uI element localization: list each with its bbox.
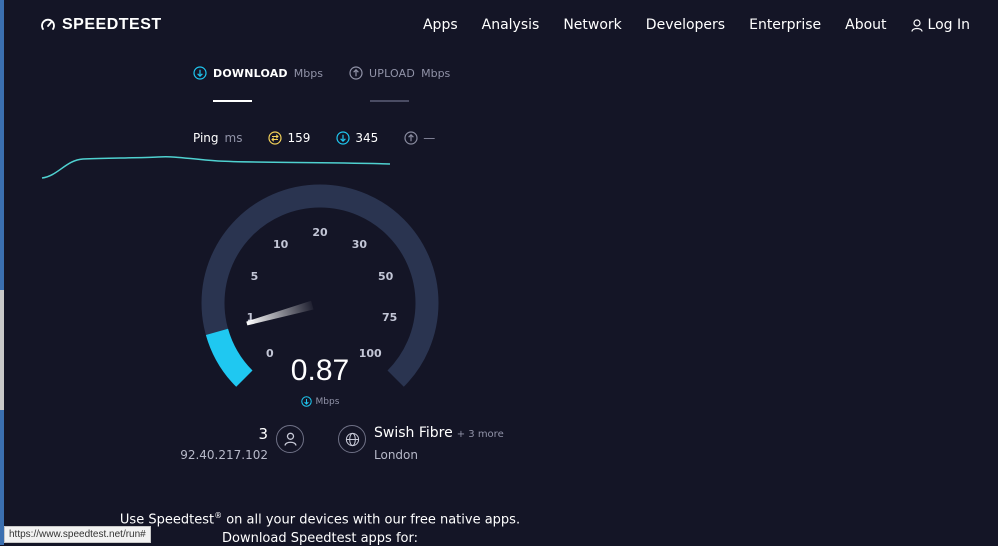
isp-more-link[interactable]: + 3 more xyxy=(457,429,504,440)
login-label: Log In xyxy=(927,17,970,33)
tab-download[interactable]: DOWNLOAD Mbps xyxy=(193,66,323,80)
window-edge xyxy=(0,0,4,545)
connections-button[interactable] xyxy=(276,425,304,453)
ping-upload-value: — xyxy=(423,131,436,145)
ping-idle-value: 159 xyxy=(287,131,311,145)
tab-upload[interactable]: UPLOAD Mbps xyxy=(349,66,450,80)
tab-download-underline xyxy=(213,100,252,102)
nav-apps[interactable]: Apps xyxy=(423,17,458,33)
login-link[interactable]: Log In xyxy=(910,17,970,33)
promo-line: Use Speedtest® on all your devices with … xyxy=(0,511,640,527)
gauge-logo-icon xyxy=(41,18,55,30)
upload-icon xyxy=(349,66,363,80)
change-server-button[interactable] xyxy=(338,425,366,453)
gauge-tick-50: 50 xyxy=(378,270,394,283)
gauge-tick-75: 75 xyxy=(382,311,397,324)
tab-download-label: DOWNLOAD xyxy=(213,66,288,80)
top-nav: Apps Analysis Network Developers Enterpr… xyxy=(423,17,970,33)
nav-enterprise[interactable]: Enterprise xyxy=(749,17,821,33)
tab-upload-label: UPLOAD xyxy=(369,66,416,80)
speed-value: 0.87 xyxy=(290,354,350,387)
download-icon xyxy=(193,66,207,80)
isp-name-row[interactable]: Swish Fibre + 3 more xyxy=(374,425,504,441)
ping-row: Ping ms 159 345 — xyxy=(193,131,461,145)
user-icon xyxy=(283,432,297,446)
ping-download-value: 345 xyxy=(355,131,379,145)
ping-unit: ms xyxy=(224,131,243,145)
gauge-progress xyxy=(205,328,253,387)
ping-label: Ping xyxy=(193,131,219,145)
gauge-track xyxy=(201,184,439,387)
gauge-needle xyxy=(246,300,314,326)
globe-icon xyxy=(345,432,359,446)
ip-address: 92.40.217.102 xyxy=(180,448,268,462)
speed-download-icon xyxy=(300,396,312,407)
ping-upload-icon xyxy=(404,131,418,145)
nav-about[interactable]: About xyxy=(845,17,886,33)
ping-upload-metric: — xyxy=(404,131,435,145)
registered-mark: ® xyxy=(214,511,223,520)
ping-download-metric: 345 xyxy=(336,131,378,145)
nav-developers[interactable]: Developers xyxy=(646,17,725,33)
ping-idle-icon xyxy=(268,131,283,145)
tab-upload-underline xyxy=(370,100,409,102)
tab-upload-unit: Mbps xyxy=(421,66,451,80)
nav-network[interactable]: Network xyxy=(563,17,621,33)
isp-name: Swish Fibre xyxy=(374,425,453,441)
server-city: London xyxy=(374,448,418,462)
gauge-tick-5: 5 xyxy=(251,270,259,283)
gauge-tick-30: 30 xyxy=(352,238,368,251)
gauge-tick-20: 20 xyxy=(312,226,328,239)
nav-analysis[interactable]: Analysis xyxy=(482,17,540,33)
gauge-tick-10: 10 xyxy=(273,238,289,251)
tab-download-unit: Mbps xyxy=(293,66,323,80)
status-bar-url: https://www.speedtest.net/run# xyxy=(4,526,151,543)
connections-count: 3 xyxy=(258,425,268,443)
speedtest-logo[interactable]: SPEEDTEST xyxy=(40,16,162,34)
speed-unit-row: Mbps xyxy=(270,396,370,407)
speed-unit: Mbps xyxy=(315,396,340,407)
user-icon xyxy=(910,18,923,32)
promo-text-b: on all your devices with our free native… xyxy=(222,512,521,528)
ping-download-icon xyxy=(336,131,350,145)
logo-text: SPEEDTEST xyxy=(62,16,162,33)
ping-idle-metric: 159 xyxy=(268,131,310,145)
